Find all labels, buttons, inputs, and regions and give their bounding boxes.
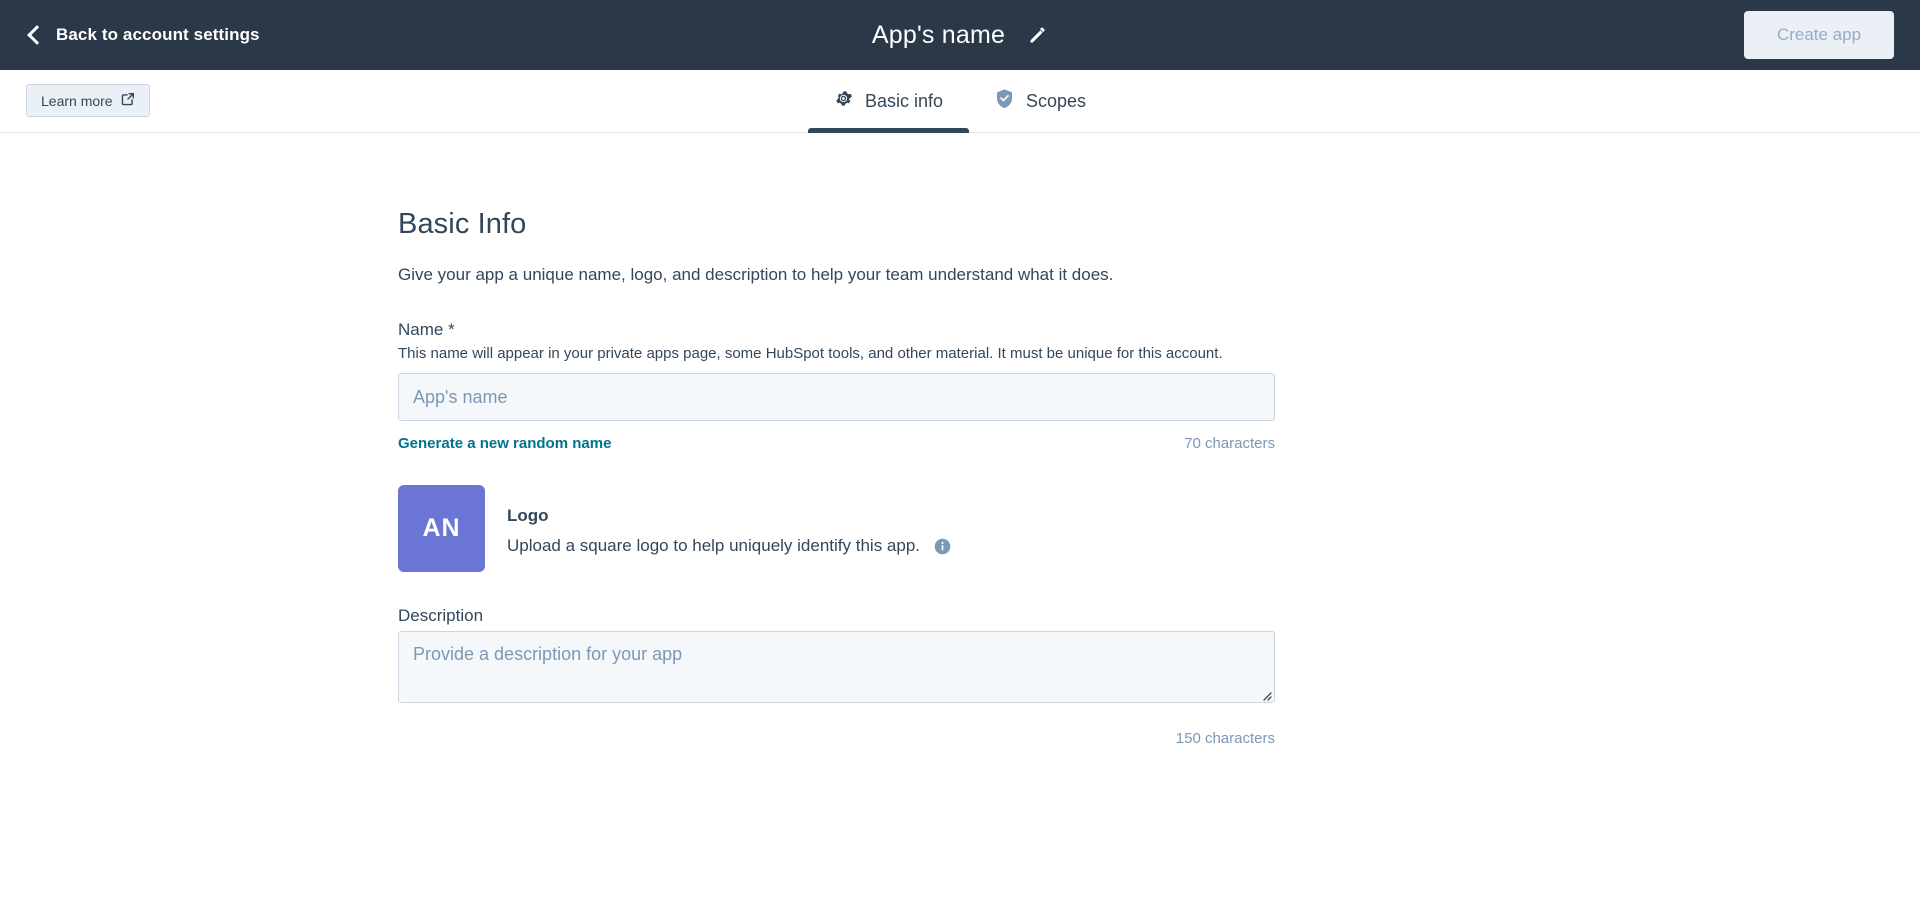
learn-more-label: Learn more bbox=[41, 92, 113, 109]
shield-check-icon bbox=[995, 88, 1014, 114]
main-content: Basic Info Give your app a unique name, … bbox=[0, 133, 1920, 747]
app-name-title: App's name bbox=[871, 20, 1006, 49]
description-char-counter: 150 characters bbox=[1175, 730, 1275, 747]
logo-label: Logo bbox=[507, 506, 549, 525]
top-header-bar: Back to account settings App's name Crea… bbox=[0, 0, 1920, 70]
description-textarea[interactable] bbox=[398, 631, 1275, 703]
resize-grip-icon[interactable] bbox=[1260, 688, 1272, 701]
logo-text-group: Logo Upload a square logo to help unique… bbox=[507, 485, 951, 556]
page-subtitle: Give your app a unique name, logo, and d… bbox=[398, 265, 1114, 284]
back-link-label: Back to account settings bbox=[56, 25, 260, 44]
tab-basic-info[interactable]: Basic info bbox=[807, 70, 969, 133]
tab-bar: Learn more Basic info Scopes bbox=[0, 70, 1920, 133]
description-field-label: Description bbox=[398, 606, 484, 625]
tab-list: Basic info Scopes bbox=[807, 70, 1112, 133]
logo-description-row: Upload a square logo to help uniquely id… bbox=[507, 536, 951, 556]
logo-section: AN Logo Upload a square logo to help uni… bbox=[398, 485, 1920, 572]
description-textarea-wrapper bbox=[398, 631, 1275, 703]
create-app-button[interactable]: Create app bbox=[1744, 11, 1894, 59]
header-title-group: App's name bbox=[0, 0, 1920, 70]
generate-random-name-link[interactable]: Generate a new random name bbox=[398, 435, 611, 452]
external-link-icon bbox=[121, 92, 135, 109]
name-field-help-text: This name will appear in your private ap… bbox=[398, 345, 1223, 362]
app-name-input[interactable] bbox=[398, 373, 1275, 421]
logo-description-text: Upload a square logo to help uniquely id… bbox=[507, 536, 921, 555]
logo-avatar[interactable]: AN bbox=[398, 485, 485, 572]
info-circle-icon[interactable] bbox=[934, 538, 951, 555]
name-field-footer: Generate a new random name 70 characters bbox=[398, 435, 1275, 452]
tab-scopes[interactable]: Scopes bbox=[969, 70, 1112, 133]
name-char-counter: 70 characters bbox=[1184, 435, 1275, 452]
name-field-group: Name * This name will appear in your pri… bbox=[398, 320, 1920, 452]
active-tab-underline bbox=[807, 127, 969, 133]
back-to-account-settings-link[interactable]: Back to account settings bbox=[26, 25, 260, 45]
name-field-label: Name * bbox=[398, 320, 455, 339]
page-title: Basic Info bbox=[398, 208, 527, 240]
pencil-icon[interactable] bbox=[1027, 25, 1048, 46]
chevron-left-icon bbox=[27, 25, 47, 45]
learn-more-button[interactable]: Learn more bbox=[26, 84, 150, 117]
description-field-group: Description 150 characters bbox=[398, 606, 1920, 747]
tab-scopes-label: Scopes bbox=[1026, 90, 1087, 111]
gear-icon bbox=[834, 89, 853, 113]
tab-basic-info-label: Basic info bbox=[864, 90, 943, 111]
